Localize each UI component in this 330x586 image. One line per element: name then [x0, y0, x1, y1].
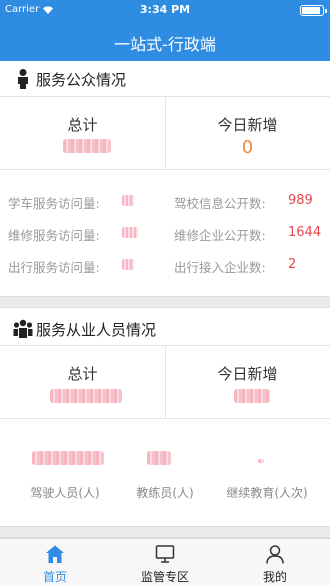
public-total-label: 总计 — [67, 116, 98, 134]
tab-home[interactable]: 首页 — [0, 539, 110, 586]
tab-bar: 首页 监管专区 我的 — [0, 538, 330, 586]
battery-icon — [300, 5, 327, 16]
divider — [0, 418, 330, 419]
staff-today-value — [234, 389, 270, 403]
person-icon — [18, 69, 28, 89]
tab-supervision[interactable]: 监管专区 — [110, 539, 220, 586]
metric-value: 1644 — [288, 225, 322, 240]
metric-label: 维修企业公开数: — [174, 228, 266, 243]
public-total-value — [63, 139, 111, 153]
navigation-bar: 一站式-行政端 — [0, 20, 330, 61]
metric-label: 学车服务访问量: — [8, 196, 100, 211]
page-title: 一站式-行政端 — [114, 35, 216, 54]
category-value-redacted — [147, 451, 171, 465]
metric-label: 维修服务访问量: — [8, 228, 100, 243]
category-label: 继续教育(人次) — [226, 486, 308, 500]
public-today-label: 今日新增 — [217, 116, 278, 134]
divider — [0, 169, 330, 170]
metric-label: 出行服务访问量: — [8, 260, 100, 275]
status-time: 3:34 PM — [139, 3, 191, 16]
metric-value: 2 — [288, 257, 297, 272]
group-icon — [13, 319, 33, 338]
staff-total-label: 总计 — [67, 365, 98, 383]
metric-value-redacted — [122, 195, 134, 206]
staff-section-header: 服务从业人员情况 — [0, 311, 330, 345]
tab-label: 监管专区 — [140, 570, 189, 584]
user-icon — [266, 545, 284, 564]
staff-today-label: 今日新增 — [217, 365, 278, 383]
home-icon — [46, 545, 64, 563]
staff-total-value — [50, 389, 122, 403]
public-section-title: 服务公众情况 — [36, 71, 127, 89]
monitor-icon — [155, 545, 175, 563]
metric-value-redacted — [122, 259, 134, 270]
status-bar: Carrier 3:34 PM — [0, 0, 330, 20]
metric-value: 989 — [288, 193, 313, 208]
public-today-value: 0 — [241, 137, 254, 158]
tab-profile[interactable]: 我的 — [220, 539, 330, 586]
metric-label: 出行接入企业数: — [174, 260, 266, 275]
metric-label: 驾校信息公开数: — [174, 196, 266, 211]
metric-value-redacted — [122, 227, 138, 238]
section-separator — [0, 296, 330, 308]
category-value-redacted — [32, 451, 104, 465]
section-separator — [0, 526, 330, 538]
tab-label: 我的 — [262, 570, 287, 584]
staff-section-title: 服务从业人员情况 — [36, 321, 157, 339]
category-value-redacted — [258, 459, 264, 463]
public-section-header: 服务公众情况 — [0, 61, 330, 95]
tab-label: 首页 — [42, 570, 67, 584]
